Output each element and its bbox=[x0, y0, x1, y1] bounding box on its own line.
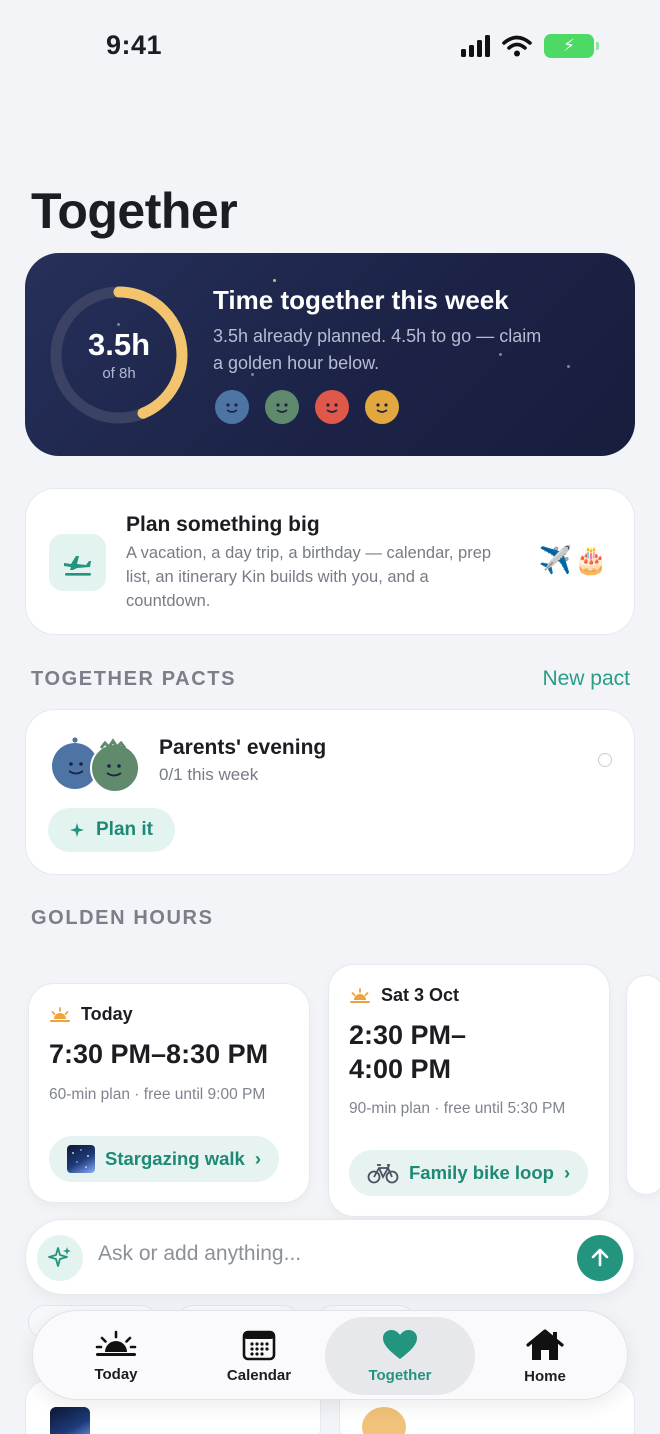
golden-hour-card[interactable]: Today 7:30 PM–8:30 PM 60-min plan · free… bbox=[28, 983, 310, 1203]
hero-title: Time together this week bbox=[213, 285, 509, 315]
golden-hour-day-label: Today bbox=[81, 1004, 133, 1024]
family-bike-loop-chip[interactable]: Family bike loop › bbox=[349, 1150, 589, 1196]
ask-input[interactable] bbox=[98, 1242, 558, 1266]
send-button[interactable] bbox=[577, 1235, 623, 1281]
battery-icon: ⚡ bbox=[544, 34, 599, 58]
golden-hour-day: Today bbox=[49, 1004, 133, 1025]
family-avatar[interactable] bbox=[265, 390, 299, 424]
plan-big-title: Plan something big bbox=[126, 513, 320, 536]
house-icon bbox=[526, 1328, 564, 1360]
sunrise-icon bbox=[50, 1006, 70, 1022]
pact-title: Parents' evening bbox=[159, 736, 327, 759]
page-title: Together bbox=[31, 183, 238, 239]
golden-hour-card-partial[interactable] bbox=[626, 975, 660, 1195]
golden-hour-time-end: 4:00 PM bbox=[349, 1054, 452, 1084]
tab-label: Today bbox=[94, 1365, 138, 1383]
golden-hour-time: 2:30 PM– 4:00 PM bbox=[349, 1018, 466, 1086]
status-icons: ⚡ bbox=[461, 34, 599, 58]
tab-calendar[interactable]: Calendar bbox=[184, 1317, 334, 1395]
golden-hour-note: 60-min plan · free until 9:00 PM bbox=[49, 1086, 266, 1103]
tab-label: Calendar bbox=[226, 1366, 292, 1384]
cellular-signal-icon bbox=[461, 35, 490, 57]
ring-subtitle: of 8h bbox=[102, 364, 136, 382]
family-bike-loop-label: Family bike loop bbox=[409, 1162, 554, 1183]
ring-value: 3.5h bbox=[87, 326, 151, 362]
sunrise-icon bbox=[350, 987, 370, 1003]
status-bar: 9:41 ⚡ bbox=[0, 0, 660, 100]
family-avatar[interactable] bbox=[215, 390, 249, 424]
tab-home[interactable]: Home bbox=[470, 1317, 620, 1395]
new-pact-link[interactable]: New pact bbox=[542, 667, 630, 691]
golden-hour-card[interactable]: Sat 3 Oct 2:30 PM– 4:00 PM 90-min plan ·… bbox=[328, 964, 610, 1217]
chevron-right-icon: › bbox=[563, 1162, 571, 1183]
hero-description: 3.5h already planned. 4.5h to go — claim… bbox=[213, 326, 542, 373]
pact-card[interactable]: Parents' evening 0/1 this week Plan it bbox=[25, 709, 635, 875]
golden-hour-time-start: 2:30 PM– bbox=[349, 1020, 467, 1050]
airplane-icon bbox=[49, 534, 106, 591]
ring-center: 3.5h of 8h bbox=[47, 283, 191, 427]
stargazing-walk-chip[interactable]: Stargazing walk › bbox=[49, 1136, 279, 1182]
golden-hour-time: 7:30 PM–8:30 PM bbox=[49, 1039, 269, 1069]
tab-label: Home bbox=[524, 1367, 566, 1385]
together-time-hero[interactable]: 3.5h of 8h Time together this week 3.5h … bbox=[25, 253, 635, 456]
pact-avatars bbox=[51, 735, 141, 793]
plan-something-big-card[interactable]: Plan something big A vacation, a day tri… bbox=[25, 488, 635, 635]
sparkle-icon[interactable] bbox=[37, 1235, 83, 1281]
tab-today[interactable]: Today bbox=[41, 1317, 191, 1395]
family-avatar[interactable] bbox=[315, 390, 349, 424]
golden-hours-label: GOLDEN HOURS bbox=[31, 907, 214, 929]
chevron-right-icon: › bbox=[254, 1148, 261, 1169]
pact-complete-checkbox[interactable] bbox=[598, 753, 612, 767]
tab-label: Together bbox=[368, 1366, 432, 1384]
ask-bar bbox=[25, 1219, 635, 1295]
family-avatar[interactable] bbox=[365, 390, 399, 424]
pact-progress: 0/1 this week bbox=[159, 765, 259, 784]
together-pacts-label: TOGETHER PACTS bbox=[31, 668, 237, 690]
stargazing-walk-label: Stargazing walk bbox=[105, 1148, 245, 1169]
sunrise-icon bbox=[95, 1330, 137, 1356]
status-time: 9:41 bbox=[106, 30, 163, 60]
golden-hour-day-label: Sat 3 Oct bbox=[381, 985, 460, 1005]
plan-it-label: Plan it bbox=[96, 819, 154, 840]
wifi-icon bbox=[502, 35, 532, 57]
bicycle-icon bbox=[367, 1164, 399, 1184]
family-avatars bbox=[215, 390, 399, 424]
heart-icon bbox=[383, 1329, 417, 1359]
tab-bar: Today Calendar Together Home bbox=[32, 1310, 628, 1400]
plan-it-button[interactable]: Plan it bbox=[48, 808, 176, 852]
calendar-icon bbox=[242, 1330, 276, 1360]
plan-big-description: A vacation, a day trip, a birthday — cal… bbox=[126, 544, 492, 610]
plane-cake-emoji: ✈️🎂 bbox=[538, 545, 610, 576]
arrow-up-icon bbox=[591, 1248, 609, 1267]
golden-hour-note: 90-min plan · free until 5:30 PM bbox=[349, 1100, 566, 1117]
stargazing-thumbnail bbox=[67, 1145, 95, 1173]
golden-hour-day: Sat 3 Oct bbox=[349, 985, 459, 1006]
tab-together[interactable]: Together bbox=[325, 1317, 475, 1395]
sparkle-icon bbox=[70, 823, 84, 837]
